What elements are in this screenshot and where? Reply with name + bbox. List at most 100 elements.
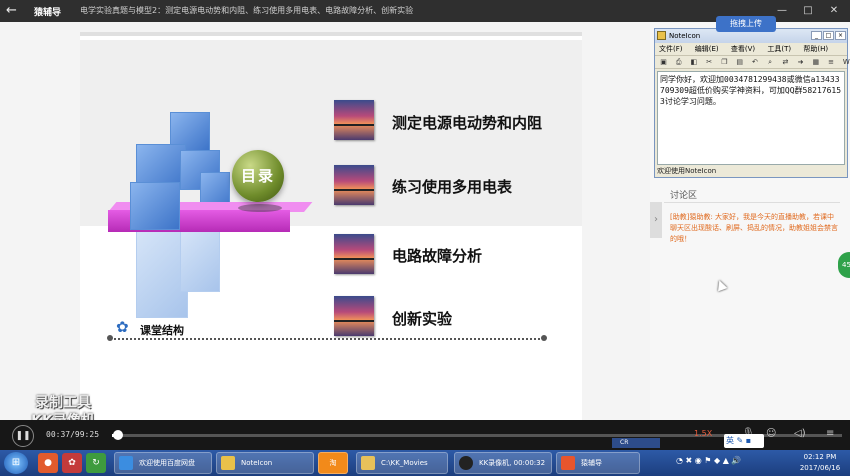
undo-icon[interactable]: ↶ — [749, 56, 760, 68]
baidu-netdisk-icon — [119, 456, 133, 470]
replace-icon[interactable]: ⇄ — [780, 56, 791, 68]
taskbar-item[interactable]: NoteIcon — [216, 452, 314, 474]
taskbar-item-label: NoteIcon — [241, 459, 273, 467]
divider-endpoint — [541, 335, 547, 341]
print-icon[interactable]: ⎙ — [673, 56, 684, 68]
folder-icon — [361, 456, 375, 470]
discussion-message: [助教]猿助教: 大家好，我是今天的直播助教，若课中聊天区出现酸话、刷屏、捣乱的… — [670, 213, 838, 243]
menu-tools[interactable]: 工具(T) — [767, 45, 791, 53]
progress-handle[interactable] — [113, 430, 123, 440]
app-name: 猿辅导 — [34, 8, 62, 18]
menu-file[interactable]: 文件(F) — [659, 45, 683, 53]
contents-badge: 目录 — [232, 150, 284, 202]
noteicon-minimize-button[interactable]: _ — [811, 31, 822, 40]
floating-green-button[interactable]: 45 — [838, 252, 850, 278]
toc-item-2: 练习使用多用电表 — [392, 178, 513, 196]
discussion-title: 讨论区 — [670, 191, 698, 201]
taskbar-item-label: C:\KK_Movies — [381, 459, 428, 467]
player-bar: ❚❚ 00:37/99:25 CR 1.5X 🎙 ☺ ◁) ≡ — [0, 420, 850, 450]
caption-toggle[interactable]: CR — [612, 438, 660, 448]
noteicon-text-area[interactable]: 同学你好，欢迎加0034781299438或微信a13433709309超低价购… — [657, 71, 845, 165]
align-icon[interactable]: ≡ — [826, 56, 837, 68]
yuanfudao-icon — [561, 456, 575, 470]
kk-recorder-icon — [459, 456, 473, 470]
taskbar-item-label: 欢迎使用百度网盘 — [139, 459, 195, 467]
taskbar-item[interactable]: C:\KK_Movies — [356, 452, 448, 474]
taskbar: ⊞ ● ✿ ↻ 欢迎使用百度网盘 NoteIcon 淘 C:\KK_Movies… — [0, 450, 850, 476]
noteicon-title: NoteIcon — [669, 32, 701, 40]
paste-icon[interactable]: ▤ — [734, 56, 745, 68]
noteicon-menubar: 文件(F) 编辑(E) 查看(V) 工具(T) 帮助(H) — [655, 43, 847, 55]
taskbar-item-label: 淘 — [329, 459, 337, 467]
quicklaunch-icon[interactable]: ↻ — [86, 453, 106, 473]
speed-button[interactable]: 1.5X — [694, 429, 712, 438]
quicklaunch-icon[interactable]: ✿ — [62, 453, 82, 473]
maximize-button[interactable]: □ — [800, 3, 816, 19]
noteicon-app-icon — [657, 31, 666, 40]
find-icon[interactable]: ⌕ — [765, 56, 776, 68]
pause-icon[interactable]: ❚❚ — [12, 425, 34, 447]
back-arrow-icon[interactable]: ← — [6, 2, 24, 20]
total-time: 99:25 — [74, 430, 100, 439]
badge-shadow — [238, 204, 282, 212]
noteicon-status: 欢迎使用NoteIcon — [657, 167, 717, 175]
noteicon-toolbar: ▣ ⎙ ◧ ✂ ❐ ▤ ↶ ⌕ ⇄ ➜ ▦ ≡ W — [655, 55, 850, 69]
menu-help[interactable]: 帮助(H) — [803, 45, 828, 53]
ime-language: 英 — [726, 436, 734, 445]
playback-time: 00:37/99:25 — [46, 430, 100, 439]
noteicon-close-button[interactable]: × — [835, 31, 846, 40]
taskbar-item-label: KK录像机, 00:00:32 — [479, 459, 546, 467]
taskbar-item-label: 猿辅导 — [581, 459, 602, 467]
divider-endpoint — [107, 335, 113, 341]
slide-stage: 目录 测定电源电动势和内阻 练习使用多用电表 电路故障分析 创新实验 ✿ 课堂结… — [0, 22, 650, 429]
drag-upload-button[interactable]: 拖拽上传 — [716, 16, 776, 32]
system-tray: ◔ ✖ ◉ ⚑ ◆ ▲ 🔊 — [676, 456, 741, 465]
cut-icon[interactable]: ✂ — [704, 56, 715, 68]
ime-indicator[interactable]: 英 ✎ ▪ — [724, 434, 764, 448]
watermark-line-1: 录制工具 — [35, 395, 91, 411]
sunset-thumbnail — [334, 165, 374, 205]
volume-icon[interactable]: ◁) — [794, 428, 806, 439]
menu-icon[interactable]: ≡ — [826, 428, 834, 439]
clock-date: 2017/06/16 — [799, 464, 841, 472]
chat-icon[interactable]: ☺ — [766, 428, 776, 439]
toc-item-3: 电路故障分析 — [392, 247, 483, 265]
taskbar-item[interactable]: 欢迎使用百度网盘 — [114, 452, 212, 474]
taobao-taskbar-item[interactable]: 淘 — [318, 452, 348, 474]
lesson-breadcrumb: 电学实验真题与模型2：测定电源电动势和内阻、练习使用多用电表、电路故障分析、创新… — [80, 6, 414, 15]
sunset-thumbnail — [334, 234, 374, 274]
menu-edit[interactable]: 编辑(E) — [695, 45, 719, 53]
slide-top-rule — [80, 32, 582, 36]
close-button[interactable]: ✕ — [826, 3, 842, 19]
taskbar-item[interactable]: 猿辅导 — [556, 452, 640, 474]
quicklaunch-icon[interactable]: ● — [38, 453, 58, 473]
wrap-icon[interactable]: W — [841, 56, 850, 68]
copy-icon[interactable]: ❐ — [719, 56, 730, 68]
dotted-divider — [110, 338, 544, 340]
taskbar-item[interactable]: KK录像机, 00:00:32 — [454, 452, 552, 474]
preview-icon[interactable]: ◧ — [688, 56, 699, 68]
note-icon[interactable]: ▦ — [810, 56, 821, 68]
save-icon[interactable]: ▣ — [658, 56, 669, 68]
cube-block — [180, 228, 220, 292]
collapse-panel-handle[interactable]: › — [650, 202, 662, 238]
taskbar-clock[interactable]: 02:12 PM 2017/06/16 — [792, 452, 848, 474]
slide: 目录 测定电源电动势和内阻 练习使用多用电表 电路故障分析 创新实验 ✿ 课堂结… — [80, 32, 582, 428]
structure-icon: ✿ — [116, 318, 129, 336]
clock-time: 02:12 PM — [803, 453, 837, 461]
tray-icons[interactable]: ◔ ✖ ◉ ⚑ ◆ ▲ 🔊 — [676, 456, 741, 465]
sunset-thumbnail — [334, 100, 374, 140]
sunset-thumbnail — [334, 296, 374, 336]
toc-item-1: 测定电源电动势和内阻 — [392, 114, 543, 132]
start-button-icon[interactable]: ⊞ — [4, 452, 28, 474]
discussion-divider — [664, 202, 840, 203]
menu-view[interactable]: 查看(V) — [731, 45, 755, 53]
noteicon-window: NoteIcon _ □ × 文件(F) 编辑(E) 查看(V) 工具(T) 帮… — [654, 28, 850, 178]
toc-item-4: 创新实验 — [392, 310, 453, 328]
noteicon-maximize-button[interactable]: □ — [823, 31, 834, 40]
goto-icon[interactable]: ➜ — [795, 56, 806, 68]
noteicon-icon — [221, 456, 235, 470]
minimize-button[interactable]: — — [774, 3, 790, 19]
structure-label: 课堂结构 — [140, 324, 184, 337]
current-time: 00:37 — [46, 430, 71, 439]
